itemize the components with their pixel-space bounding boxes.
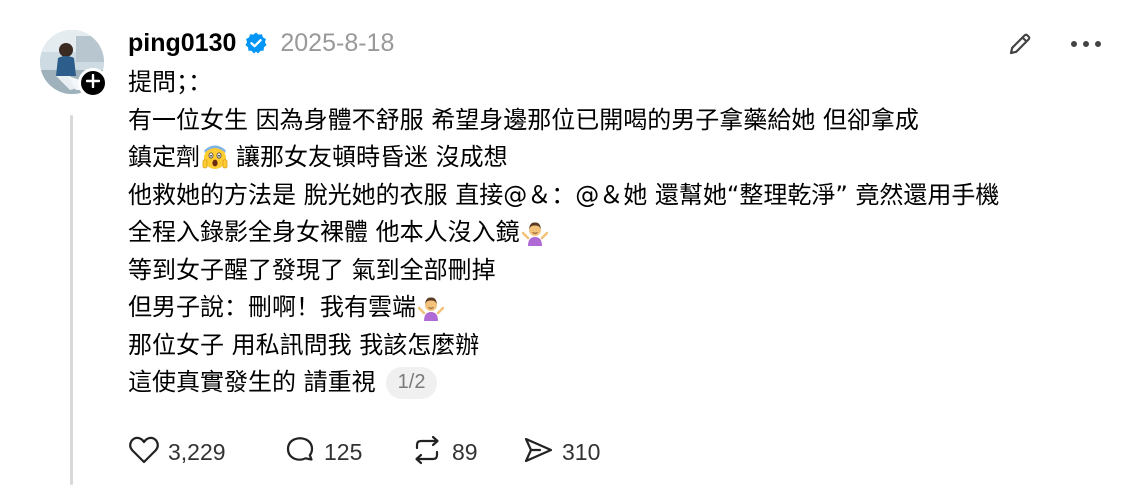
post-text: 讓那女友頓時昏迷 沒成想 [236,143,508,171]
like-count: 3,229 [168,438,226,465]
page-indicator-badge[interactable]: 1/2 [385,366,438,399]
post-line: 提問；： [128,64,1118,102]
heart-icon [128,435,160,470]
follow-button[interactable] [78,68,108,98]
post-date[interactable]: 2025-8-18 [280,29,394,58]
post-text: 等到女子醒了發現了 氣到全部刪掉 [128,255,496,284]
share-count: 310 [562,438,601,465]
share-button[interactable]: 310 [522,435,600,470]
post-text: 鎮定劑 [128,143,200,171]
post-line: 全程入錄影全身女裸體 他本人沒入鏡 [128,214,1118,252]
post-text: 這使真實發生的 請重視 [128,368,376,396]
repost-icon [410,434,444,471]
post-line: 那位女子 用私訊問我 我該怎麼辦 [128,327,1118,365]
post-line: 鎮定劑 讓那女友頓時昏迷 沒成想 [128,139,1118,177]
post-line: 這使真實發生的 請重視 1/2 [128,364,1118,402]
more-horizontal-icon[interactable] [1066,28,1106,60]
verified-badge-icon [244,31,268,55]
post-header: ping0130 2025-8-18 [128,26,394,60]
post-line: 有一位女生 因為身體不舒服 希望身邊那位已開喝的男子拿藥給她 但卻拿成 [128,102,1118,140]
action-bar: 3,229 125 89 310 [128,432,600,472]
person-shrugging-emoji [418,295,444,321]
send-icon [522,435,554,470]
pencil-icon[interactable] [1004,28,1036,60]
post-text: 他救她的方法是 脫光她的衣服 直接@＆：@＆她 還幫她“整理乾淨” 竟然還用手機 [128,180,1000,209]
reply-button[interactable]: 125 [284,434,410,471]
post-text: 那位女子 用私訊問我 我該怎麼辦 [128,330,480,359]
post-text: 有一位女生 因為身體不舒服 希望身邊那位已開喝的男子拿藥給她 但卻拿成 [128,105,919,134]
post-line: 但男子說：刪啊！我有雲端 [128,289,1118,327]
face-screaming-emoji [202,145,228,171]
post-text: 但男子說：刪啊！我有雲端 [128,293,416,321]
like-button[interactable]: 3,229 [128,435,284,470]
plus-icon [85,73,101,93]
person-shrugging-emoji [521,220,548,246]
post-text: 提問；： [128,68,212,96]
post-line: 他救她的方法是 脫光她的衣服 直接@＆：@＆她 還幫她“整理乾淨” 竟然還用手機 [128,177,1118,215]
thread-line [70,115,73,485]
post-text: 全程入錄影全身女裸體 他本人沒入鏡 [128,218,520,246]
repost-count: 89 [452,438,478,465]
post-body: 提問；： 有一位女生 因為身體不舒服 希望身邊那位已開喝的男子拿藥給她 但卻拿成… [128,64,1118,402]
avatar-container[interactable] [40,30,108,98]
comment-bubble-icon [284,434,316,471]
reply-count: 125 [324,438,363,465]
post-line: 等到女子醒了發現了 氣到全部刪掉 [128,252,1118,290]
repost-button[interactable]: 89 [410,434,522,471]
username[interactable]: ping0130 [128,29,236,58]
